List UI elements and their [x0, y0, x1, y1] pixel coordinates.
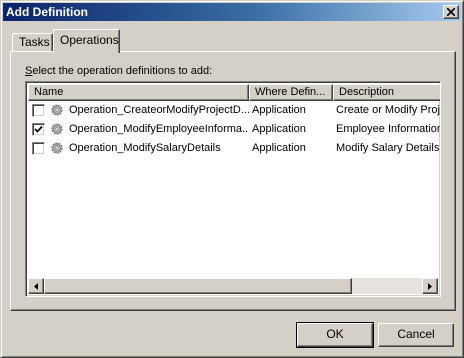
- horizontal-scrollbar[interactable]: [28, 278, 438, 294]
- window-title: Add Definition: [6, 5, 88, 19]
- row-where-defined: Application: [252, 123, 306, 135]
- tab-tasks[interactable]: Tasks: [12, 33, 53, 53]
- gear-icon: [51, 104, 63, 116]
- operations-tab-panel: Select the operation definitions to add:…: [10, 51, 456, 311]
- scroll-right-button[interactable]: [422, 278, 438, 294]
- row-description: Employee Information: [336, 123, 441, 135]
- column-header-where-defined[interactable]: Where Defin...: [249, 84, 333, 101]
- row-where-defined: Application: [252, 142, 306, 154]
- cancel-button[interactable]: Cancel: [378, 323, 454, 347]
- row-checkbox[interactable]: [32, 104, 45, 117]
- list-item[interactable]: Operation_ModifyEmployeeInforma... Appli…: [28, 120, 441, 139]
- checkmark-icon: [34, 125, 43, 133]
- row-name: Operation_CreateorModifyProjectD...: [69, 104, 249, 116]
- column-header-name[interactable]: Name: [28, 84, 249, 101]
- gear-icon: [51, 142, 63, 154]
- tab-tasks-label: Tasks: [19, 35, 50, 49]
- row-description: Modify Salary Details: [336, 142, 440, 154]
- row-where-defined: Application: [252, 104, 306, 116]
- list-item[interactable]: Operation_CreateorModifyProjectD... Appl…: [28, 101, 441, 120]
- title-bar: Add Definition: [3, 3, 461, 21]
- operations-list[interactable]: Name Where Defin... Description Operatio…: [25, 81, 441, 297]
- column-header-description[interactable]: Description: [333, 84, 440, 101]
- add-definition-dialog: Add Definition Tasks Operations Select t…: [0, 0, 464, 358]
- arrow-left-icon: [34, 283, 38, 290]
- instruction-text: elect the operation definitions to add:: [32, 65, 213, 77]
- tab-operations-label: Operations: [60, 33, 119, 47]
- gear-icon: [51, 123, 63, 135]
- arrow-right-icon: [428, 283, 432, 290]
- scrollbar-thumb[interactable]: [44, 278, 352, 294]
- ok-button[interactable]: OK: [296, 322, 374, 348]
- row-description: Create or Modify Proje: [336, 104, 441, 116]
- close-icon: [447, 8, 455, 16]
- tab-operations[interactable]: Operations: [53, 29, 120, 53]
- row-name: Operation_ModifySalaryDetails: [69, 142, 221, 154]
- close-button[interactable]: [443, 5, 459, 19]
- row-name: Operation_ModifyEmployeeInforma...: [69, 123, 249, 135]
- list-header: Name Where Defin... Description: [28, 84, 440, 101]
- list-item[interactable]: Operation_ModifySalaryDetails Applicatio…: [28, 139, 440, 158]
- instruction-label: Select the operation definitions to add:: [25, 65, 212, 77]
- row-checkbox[interactable]: [32, 123, 45, 136]
- row-checkbox[interactable]: [32, 142, 45, 155]
- scroll-left-button[interactable]: [28, 278, 44, 294]
